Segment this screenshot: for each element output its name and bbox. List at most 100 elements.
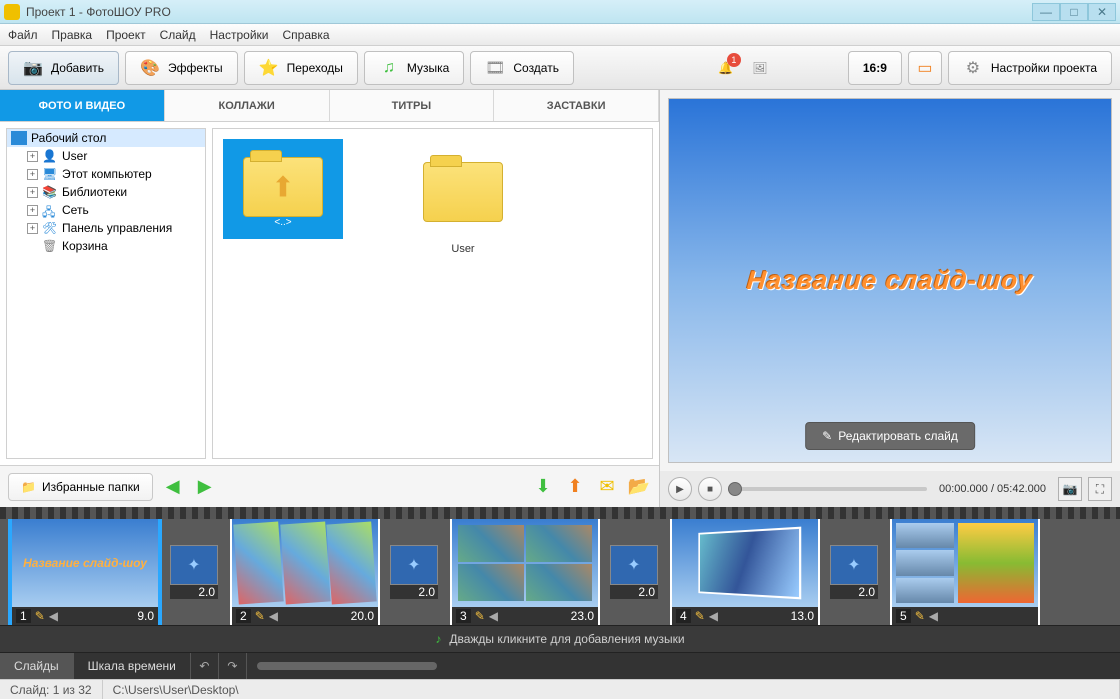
tree-item-libraries[interactable]: +📚Библиотеки: [23, 183, 205, 201]
music-note-icon: ♪: [435, 632, 441, 646]
menu-settings[interactable]: Настройки: [210, 28, 269, 42]
tree-item-user[interactable]: +👤User: [23, 147, 205, 165]
library-icon: 📚: [42, 185, 58, 199]
minimize-button[interactable]: —: [1032, 3, 1060, 21]
camera-icon: 📷: [23, 58, 43, 78]
network-icon: 🖧: [42, 203, 58, 217]
tree-item-network[interactable]: +🖧Сеть: [23, 201, 205, 219]
folder-user[interactable]: User: [403, 139, 523, 255]
star-icon: ⭐: [259, 58, 279, 78]
folder-thumbnails: ⬆<..> User: [212, 128, 653, 459]
slide-4[interactable]: 4✎◀13.0: [670, 519, 820, 625]
nav-forward-button[interactable]: ▶: [193, 475, 217, 499]
menu-edit[interactable]: Правка: [52, 28, 93, 42]
chevron-left-icon[interactable]: ◀: [489, 609, 498, 623]
image-icon: 🖼: [752, 61, 767, 75]
edit-icon[interactable]: ✎: [35, 609, 45, 623]
upload-button[interactable]: ⬆: [563, 475, 587, 499]
close-button[interactable]: ✕: [1088, 3, 1116, 21]
slide-2[interactable]: 2✎◀20.0: [230, 519, 380, 625]
open-folder-button[interactable]: ✉: [595, 475, 619, 499]
undo-button[interactable]: ↶: [191, 653, 219, 679]
computer-icon: 🖥: [42, 167, 58, 181]
tab-transitions[interactable]: ⭐Переходы: [244, 51, 358, 85]
browser-panel: ФОТО И ВИДЕО КОЛЛАЖИ ТИТРЫ ЗАСТАВКИ Рабо…: [0, 90, 660, 507]
statusbar: Слайд: 1 из 32 C:\Users\User\Desktop\: [0, 679, 1120, 699]
menubar: Файл Правка Проект Слайд Настройки Справ…: [0, 24, 1120, 46]
menu-slide[interactable]: Слайд: [160, 28, 196, 42]
folder-up[interactable]: ⬆<..>: [223, 139, 343, 239]
edit-icon[interactable]: ✎: [255, 609, 265, 623]
project-settings-button[interactable]: ⚙Настройки проекта: [948, 51, 1112, 85]
expand-icon[interactable]: +: [27, 151, 38, 162]
expand-icon[interactable]: +: [27, 223, 38, 234]
expand-icon[interactable]: +: [27, 187, 38, 198]
aspect-ratio-button[interactable]: 16:9: [848, 51, 902, 85]
titlebar: Проект 1 - ФотоШОУ PRO — □ ✕: [0, 0, 1120, 24]
control-panel-icon: 🛠: [42, 221, 58, 235]
tab-effects[interactable]: 🎨Эффекты: [125, 51, 238, 85]
expand-icon[interactable]: +: [27, 169, 38, 180]
chevron-left-icon[interactable]: ◀: [49, 609, 58, 623]
snapshot-button[interactable]: 📷: [1058, 477, 1082, 501]
zoom-slider[interactable]: [257, 662, 437, 670]
status-path: C:\Users\User\Desktop\: [103, 680, 1120, 699]
play-button[interactable]: ▶: [668, 477, 692, 501]
favorite-folders-button[interactable]: 📁Избранные папки: [8, 473, 153, 501]
gear-icon: ⚙: [963, 58, 983, 78]
nav-back-button[interactable]: ◀: [161, 475, 185, 499]
music-track[interactable]: ♪Дважды кликните для добавления музыки: [0, 625, 1120, 653]
palette-icon: 🎨: [140, 58, 160, 78]
status-slide: Слайд: 1 из 32: [0, 680, 103, 699]
subtab-collages[interactable]: КОЛЛАЖИ: [165, 90, 330, 121]
tab-music[interactable]: ♫Музыка: [364, 51, 464, 85]
tree-root-desktop[interactable]: Рабочий стол: [7, 129, 205, 147]
maximize-button[interactable]: □: [1060, 3, 1088, 21]
tree-item-computer[interactable]: +🖥Этот компьютер: [23, 165, 205, 183]
menu-project[interactable]: Проект: [106, 28, 146, 42]
menu-file[interactable]: Файл: [8, 28, 38, 42]
playback-time: 00:00.000 / 05:42.000: [939, 483, 1046, 495]
playback-slider[interactable]: [728, 487, 927, 491]
edit-icon[interactable]: ✎: [695, 609, 705, 623]
slide-5[interactable]: 5✎◀: [890, 519, 1040, 625]
folder-icon: [423, 162, 503, 222]
gallery-button[interactable]: 🖼: [748, 56, 772, 80]
timeline-tab-slides[interactable]: Слайды: [0, 653, 74, 679]
notifications-button[interactable]: 🔔1: [714, 56, 738, 80]
main-toolbar: 📷Добавить 🎨Эффекты ⭐Переходы ♫Музыка 🎞Со…: [0, 46, 1120, 90]
tree-item-control-panel[interactable]: +🛠Панель управления: [23, 219, 205, 237]
subtab-photo-video[interactable]: ФОТО И ВИДЕО: [0, 90, 165, 121]
slider-knob[interactable]: [728, 482, 742, 496]
chevron-left-icon[interactable]: ◀: [929, 609, 938, 623]
folder-tree[interactable]: Рабочий стол +👤User +🖥Этот компьютер +📚Б…: [6, 128, 206, 459]
tab-add[interactable]: 📷Добавить: [8, 51, 119, 85]
transition-4[interactable]: ✦2.0: [830, 545, 878, 599]
new-folder-button[interactable]: 📂: [627, 475, 651, 499]
slide-1[interactable]: Название слайд-шоу 1✎◀9.0: [10, 519, 160, 625]
tab-create[interactable]: 🎞Создать: [470, 51, 574, 85]
redo-button[interactable]: ↷: [219, 653, 247, 679]
fullscreen-button[interactable]: ⛶: [1088, 477, 1112, 501]
chevron-left-icon[interactable]: ◀: [269, 609, 278, 623]
menu-help[interactable]: Справка: [282, 28, 329, 42]
slide-3[interactable]: 3✎◀23.0: [450, 519, 600, 625]
preview-canvas: Название слайд-шоу ✎Редактировать слайд: [668, 98, 1112, 463]
edit-icon[interactable]: ✎: [915, 609, 925, 623]
stop-button[interactable]: ■: [698, 477, 722, 501]
edit-slide-button[interactable]: ✎Редактировать слайд: [805, 422, 975, 450]
subtab-splash[interactable]: ЗАСТАВКИ: [494, 90, 659, 121]
download-button[interactable]: ⬇: [531, 475, 555, 499]
timeline-tab-time[interactable]: Шкала времени: [74, 653, 191, 679]
transition-1[interactable]: ✦2.0: [170, 545, 218, 599]
transition-3[interactable]: ✦2.0: [610, 545, 658, 599]
subtab-titles[interactable]: ТИТРЫ: [330, 90, 495, 121]
chevron-left-icon[interactable]: ◀: [709, 609, 718, 623]
preview-title-text: Название слайд-шоу: [746, 265, 1035, 296]
safe-area-button[interactable]: ▭: [908, 51, 942, 85]
slides-row[interactable]: Название слайд-шоу 1✎◀9.0 ✦2.0 2✎◀20.0 ✦…: [0, 519, 1120, 625]
transition-2[interactable]: ✦2.0: [390, 545, 438, 599]
edit-icon[interactable]: ✎: [475, 609, 485, 623]
expand-icon[interactable]: +: [27, 205, 38, 216]
tree-item-trash[interactable]: 🗑Корзина: [23, 237, 205, 255]
